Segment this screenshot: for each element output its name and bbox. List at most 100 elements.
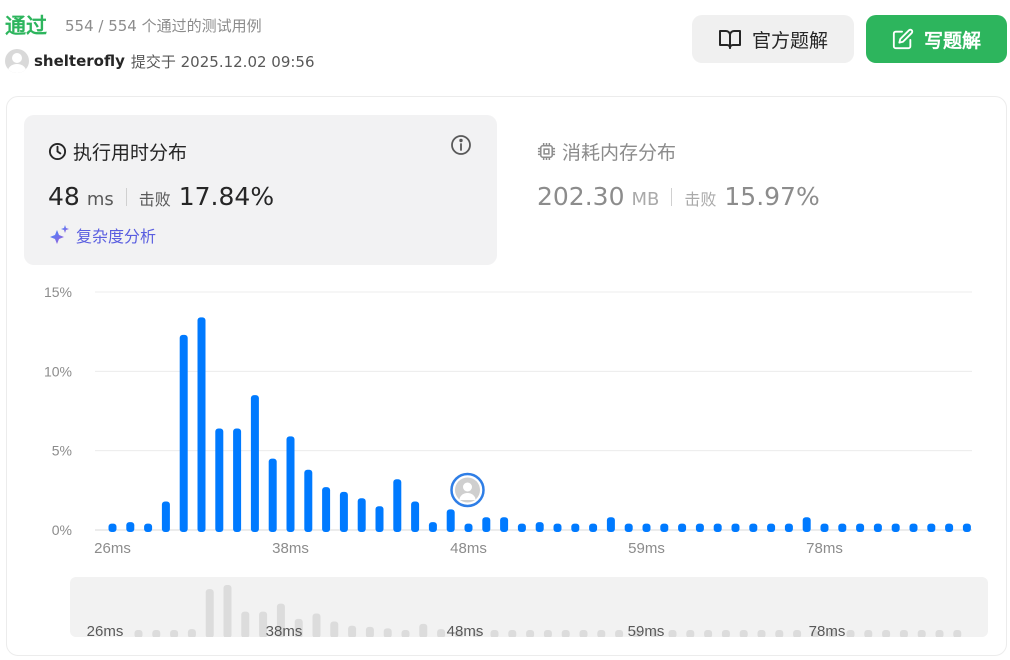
mini-bar: [561, 630, 570, 638]
chart-bar[interactable]: [179, 334, 188, 532]
username[interactable]: shelterofly: [34, 52, 125, 70]
official-solution-button[interactable]: 官方题解: [692, 15, 854, 63]
chart-bar[interactable]: [250, 395, 259, 532]
mini-bar: [437, 629, 446, 638]
complexity-analysis-link[interactable]: 复杂度分析: [48, 223, 156, 247]
mini-chart[interactable]: 26ms 38ms 48ms 59ms 78ms: [70, 577, 988, 640]
chart-bar[interactable]: [411, 501, 420, 532]
runtime-distribution-chart[interactable]: 0% 5% 10% 15% 26ms 38ms 48ms 59ms 78ms: [0, 280, 1010, 570]
chart-bar[interactable]: [126, 522, 135, 532]
chart-bar[interactable]: [428, 522, 437, 532]
chart-bar[interactable]: [909, 523, 918, 532]
chart-bar[interactable]: [927, 523, 936, 532]
chart-bar[interactable]: [606, 517, 615, 532]
chart-bar[interactable]: [553, 523, 562, 532]
chart-bar[interactable]: [535, 522, 544, 532]
chart-bar[interactable]: [660, 523, 669, 532]
write-solution-label: 写题解: [923, 29, 981, 52]
chart-bar[interactable]: [571, 523, 580, 532]
chart-bar[interactable]: [357, 498, 366, 532]
y-tick-label: 0%: [52, 522, 72, 538]
mini-bar: [490, 630, 499, 638]
chart-bar[interactable]: [873, 523, 882, 532]
chart-bar[interactable]: [678, 523, 687, 532]
chart-bar[interactable]: [482, 517, 491, 532]
mini-bar: [348, 625, 357, 638]
chart-bar[interactable]: [642, 523, 651, 532]
chart-bar[interactable]: [500, 517, 509, 532]
mini-bar: [134, 630, 143, 638]
memory-beat-label: 击败: [684, 190, 717, 209]
chart-bar[interactable]: [767, 523, 776, 532]
chart-bar[interactable]: [784, 523, 793, 532]
chart-bar[interactable]: [589, 523, 598, 532]
chart-bar[interactable]: [891, 523, 900, 532]
chart-bar[interactable]: [286, 436, 295, 532]
chart-bar[interactable]: [197, 317, 206, 532]
range-navigator[interactable]: 26ms 38ms 48ms 59ms 78ms: [70, 577, 988, 640]
chart-bar[interactable]: [108, 523, 117, 532]
runtime-beat-label: 击败: [138, 190, 171, 209]
edit-icon: [892, 28, 914, 50]
chart-bar[interactable]: [322, 487, 331, 532]
submission-header: 通过 554 / 554 个通过的测试用例 shelterofly 提交于 20…: [0, 0, 1010, 90]
submit-time: 提交于 2025.12.02 09:56: [130, 52, 315, 71]
chart-bar[interactable]: [624, 523, 633, 532]
chart-bar[interactable]: [375, 506, 384, 532]
runtime-panel[interactable]: 执行用时分布 48 ms 击败 17.84% 复杂度分析: [24, 115, 497, 265]
chart-bar[interactable]: [233, 428, 242, 532]
clock-icon: [48, 142, 67, 161]
memory-panel[interactable]: 消耗内存分布 202.30 MB 击败 15.97%: [537, 115, 977, 265]
chart-bar[interactable]: [731, 523, 740, 532]
mini-bar: [846, 630, 855, 638]
chart-bar[interactable]: [695, 523, 704, 532]
chart-bar[interactable]: [446, 509, 455, 532]
chart-bar[interactable]: [749, 523, 758, 532]
mini-bar: [187, 629, 196, 638]
avatar[interactable]: [5, 49, 29, 73]
x-tick-label: 38ms: [272, 540, 309, 557]
chart-bar[interactable]: [464, 523, 473, 532]
chart-bar[interactable]: [339, 491, 348, 532]
mini-bar: [935, 630, 944, 638]
chart-bar[interactable]: [517, 523, 526, 532]
chart-bar[interactable]: [820, 523, 829, 532]
mini-bar: [686, 630, 695, 638]
chart-bar[interactable]: [802, 517, 811, 532]
mini-bar: [241, 611, 250, 638]
chart-bar[interactable]: [268, 458, 277, 532]
chart-bar[interactable]: [713, 523, 722, 532]
submitter-row: shelterofly 提交于 2025.12.02 09:56: [5, 49, 315, 73]
x-tick-label: 26ms: [94, 540, 131, 557]
user-avatar-icon[interactable]: [450, 472, 485, 508]
chart-bar[interactable]: [144, 523, 153, 532]
write-solution-button[interactable]: 写题解: [866, 15, 1007, 63]
memory-value: 202.30: [537, 182, 625, 211]
mini-bar: [757, 630, 766, 638]
runtime-title: 执行用时分布: [48, 138, 187, 165]
runtime-unit: ms: [86, 189, 114, 210]
chart-bar[interactable]: [838, 523, 847, 532]
mini-bar: [526, 630, 535, 638]
memory-title: 消耗内存分布: [537, 138, 676, 165]
official-solution-label: 官方题解: [751, 29, 828, 52]
chart-bar[interactable]: [945, 523, 954, 532]
mini-x-tick-label: 78ms: [809, 623, 846, 637]
book-open-icon: [718, 30, 741, 49]
mini-bar: [739, 630, 748, 638]
mini-bar: [170, 630, 179, 638]
mini-bar: [953, 630, 962, 638]
chart-bar[interactable]: [161, 501, 170, 532]
chart-bar[interactable]: [393, 479, 402, 532]
x-tick-label: 48ms: [450, 540, 487, 557]
chart-bar[interactable]: [304, 469, 313, 532]
runtime-beat-value: 17.84%: [178, 182, 275, 211]
status-accepted: 通过: [5, 14, 47, 38]
mini-bar: [864, 630, 873, 638]
mini-bar: [579, 630, 588, 638]
chart-bar[interactable]: [215, 428, 224, 532]
chart-bar[interactable]: [962, 523, 971, 532]
info-icon[interactable]: [450, 134, 472, 161]
mini-x-tick-label: 38ms: [266, 623, 303, 637]
chart-bar[interactable]: [856, 523, 865, 532]
